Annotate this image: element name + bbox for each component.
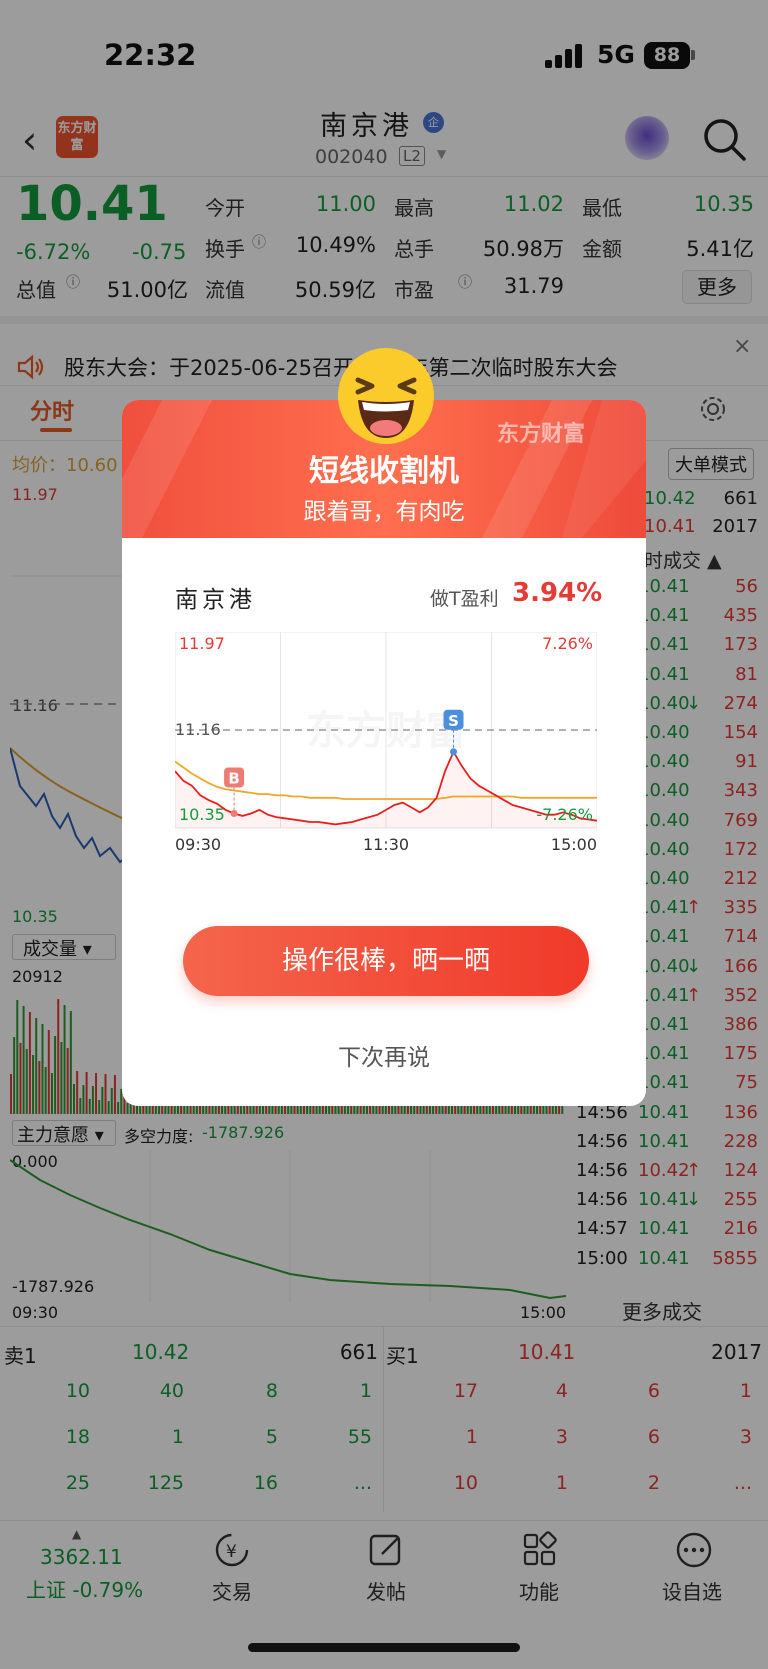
marker-label: B [228, 769, 239, 787]
y-low-label: 10.35 [179, 805, 225, 824]
x-tick-label: 11:30 [363, 835, 409, 854]
profit-label: 做T盈利 [430, 588, 499, 610]
chart-watermark: 东方财富 [306, 708, 466, 754]
y-high-label: 11.97 [179, 634, 225, 653]
marker-label: S [448, 712, 459, 730]
share-modal: 东方财富 短线收割机 跟着哥，有肉吃 南京港 做T盈利 3.94% 东方财富 B S… [122, 400, 646, 1106]
modal-stock-name: 南京港 [175, 587, 256, 613]
x-tick-label: 09:30 [175, 835, 221, 854]
later-button[interactable]: 下次再说 [122, 1038, 646, 1072]
y-ref-label: 11.16 [175, 720, 221, 739]
y-high-pct-label: 7.26% [542, 634, 593, 653]
profit-chart: 东方财富 B S 11.97 7.26% 11.16 10.35 -7.26% 09:30 11:… [175, 632, 597, 854]
y-low-pct-label: -7.26% [536, 805, 593, 824]
home-indicator [248, 1643, 520, 1652]
share-button[interactable]: 操作很棒，晒一晒 [183, 926, 589, 996]
marker-dot [450, 748, 458, 756]
laughing-emoji-icon [338, 348, 434, 444]
modal-brand-logo: 东方财富 [497, 422, 586, 447]
modal-subtitle: 跟着哥，有肉吃 [303, 499, 465, 525]
x-tick-label: 15:00 [551, 835, 597, 854]
profit-value: 3.94% [512, 578, 603, 608]
modal-title: 短线收割机 [309, 454, 459, 489]
marker-dot [230, 809, 238, 817]
